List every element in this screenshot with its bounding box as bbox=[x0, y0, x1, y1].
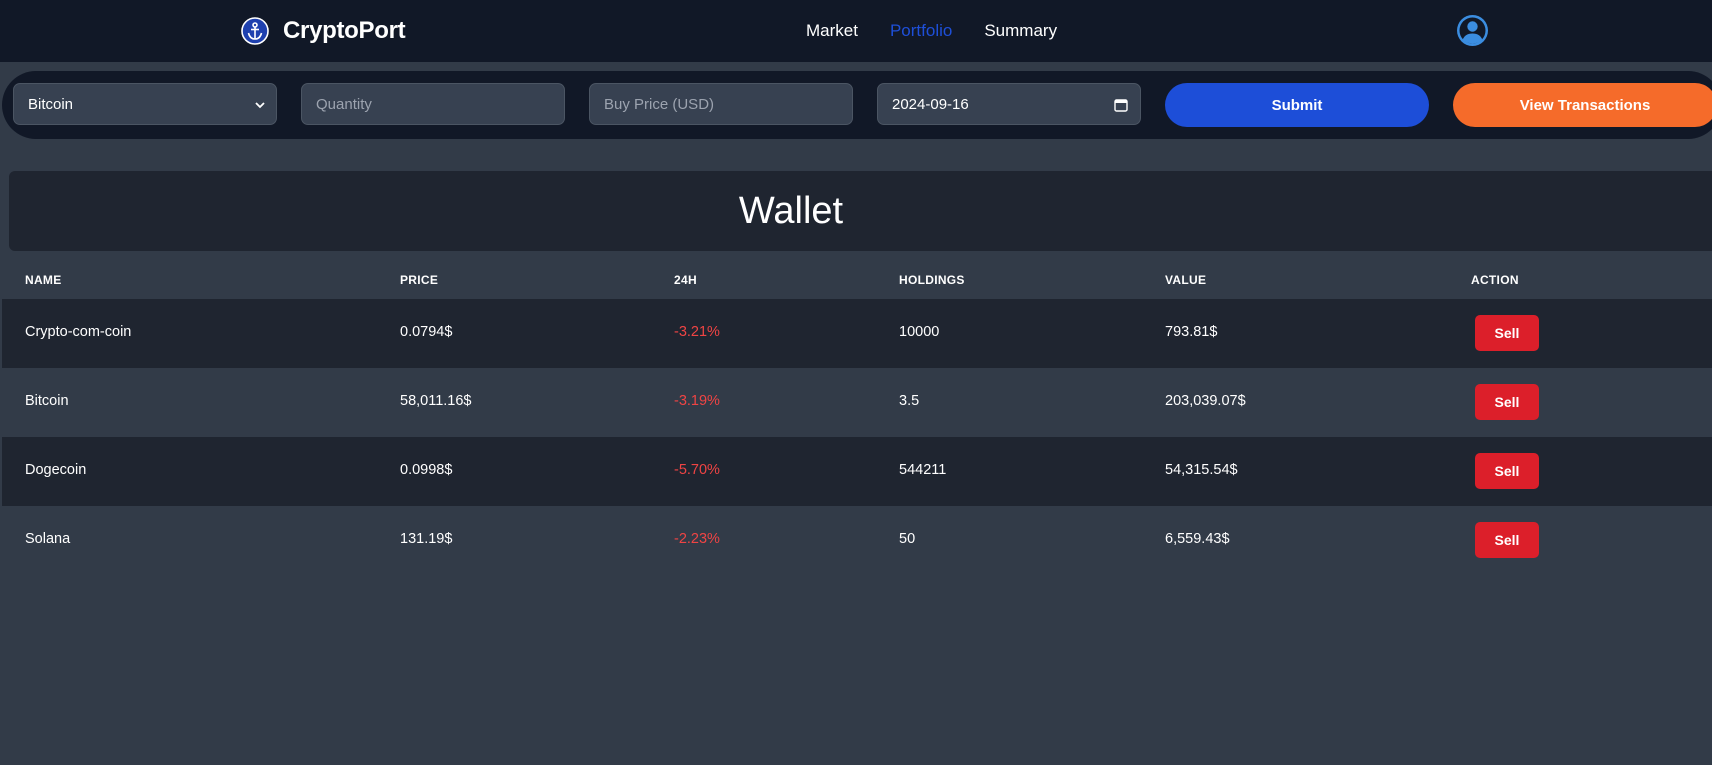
date-value: 2024-09-16 bbox=[892, 95, 969, 113]
coin-select[interactable]: Bitcoin bbox=[13, 83, 277, 125]
brand-name: CryptoPort bbox=[283, 17, 406, 44]
coin-value: 6,559.43$ bbox=[1165, 531, 1230, 547]
sell-button[interactable]: Sell bbox=[1475, 453, 1539, 489]
coin-24h-change: -5.70% bbox=[674, 462, 720, 478]
coin-name: Bitcoin bbox=[25, 393, 69, 409]
user-avatar-icon[interactable] bbox=[1456, 14, 1489, 47]
column-header-price: PRICE bbox=[400, 273, 439, 287]
coin-value: 203,039.07$ bbox=[1165, 393, 1246, 409]
coin-value: 793.81$ bbox=[1165, 324, 1218, 340]
table-row: Crypto-com-coin 0.0794$ -3.21% 10000 793… bbox=[2, 299, 1712, 368]
coin-24h-change: -3.19% bbox=[674, 393, 720, 409]
nav-link-market[interactable]: Market bbox=[806, 20, 858, 42]
sell-button[interactable]: Sell bbox=[1475, 384, 1539, 420]
nav-link-summary[interactable]: Summary bbox=[984, 20, 1057, 42]
chevron-down-icon bbox=[254, 98, 266, 110]
column-header-name: NAME bbox=[25, 273, 62, 287]
coin-name: Solana bbox=[25, 531, 71, 547]
date-input[interactable]: 2024-09-16 bbox=[877, 83, 1141, 125]
coin-price: 0.0998$ bbox=[400, 462, 453, 478]
column-header-holdings: HOLDINGS bbox=[899, 273, 965, 287]
nav-links: Market Portfolio Summary bbox=[806, 20, 1089, 42]
coin-name: Crypto-com-coin bbox=[25, 324, 132, 340]
column-header-24h: 24H bbox=[674, 273, 697, 287]
add-transaction-form: Bitcoin Quantity Buy Price (USD) 2024-09… bbox=[2, 71, 1712, 139]
wallet-title: Wallet bbox=[738, 190, 844, 232]
coin-holdings: 544211 bbox=[899, 462, 947, 478]
table-row: Bitcoin 58,011.16$ -3.19% 3.5 203,039.07… bbox=[2, 368, 1712, 437]
quantity-placeholder: Quantity bbox=[316, 95, 372, 113]
anchor-icon bbox=[241, 17, 269, 45]
coin-name: Dogecoin bbox=[25, 462, 87, 478]
wallet-table: NAME PRICE 24H HOLDINGS VALUE ACTION Cry… bbox=[2, 260, 1712, 575]
calendar-icon[interactable] bbox=[1114, 98, 1128, 112]
column-header-action: ACTION bbox=[1471, 273, 1519, 287]
coin-select-value: Bitcoin bbox=[28, 95, 74, 113]
table-row: Dogecoin 0.0998$ -5.70% 544211 54,315.54… bbox=[2, 437, 1712, 506]
coin-value: 54,315.54$ bbox=[1165, 462, 1238, 478]
coin-24h-change: -3.21% bbox=[674, 324, 720, 340]
table-header: NAME PRICE 24H HOLDINGS VALUE ACTION bbox=[2, 260, 1712, 299]
nav-link-portfolio[interactable]: Portfolio bbox=[890, 20, 952, 42]
brand[interactable]: CryptoPort bbox=[241, 15, 406, 47]
buy-price-input[interactable]: Buy Price (USD) bbox=[589, 83, 853, 125]
coin-price: 131.19$ bbox=[400, 531, 453, 547]
table-row: Solana 131.19$ -2.23% 50 6,559.43$ Sell bbox=[2, 506, 1712, 575]
coin-price: 58,011.16$ bbox=[400, 393, 472, 409]
column-header-value: VALUE bbox=[1165, 273, 1207, 287]
top-navbar: CryptoPort Market Portfolio Summary bbox=[0, 0, 1712, 62]
coin-price: 0.0794$ bbox=[400, 324, 453, 340]
coin-holdings: 10000 bbox=[899, 324, 940, 340]
buy-price-placeholder: Buy Price (USD) bbox=[604, 95, 715, 113]
sell-button[interactable]: Sell bbox=[1475, 522, 1539, 558]
wallet-header: Wallet bbox=[9, 171, 1712, 251]
coin-holdings: 3.5 bbox=[899, 393, 920, 409]
submit-button[interactable]: Submit bbox=[1165, 83, 1429, 127]
coin-holdings: 50 bbox=[899, 531, 916, 547]
sell-button[interactable]: Sell bbox=[1475, 315, 1539, 351]
view-transactions-button[interactable]: View Transactions bbox=[1453, 83, 1712, 127]
coin-24h-change: -2.23% bbox=[674, 531, 720, 547]
quantity-input[interactable]: Quantity bbox=[301, 83, 565, 125]
